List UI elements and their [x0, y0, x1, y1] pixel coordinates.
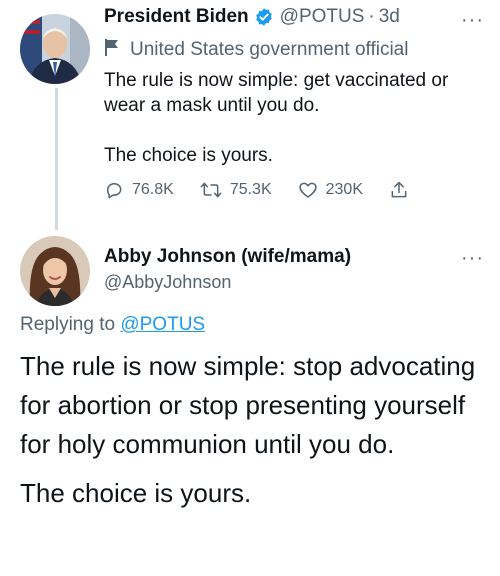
- tweet2-header: Abby Johnson (wife/mama): [104, 246, 351, 268]
- tweet1-header: President Biden @POTUS · 3d: [104, 6, 400, 28]
- share-icon: [391, 181, 407, 198]
- abbyjohnson-handle[interactable]: @AbbyJohnson: [104, 272, 231, 293]
- retweet-count: 75.3K: [229, 181, 272, 198]
- thread-line: [55, 88, 58, 230]
- verified-badge-icon: [254, 7, 274, 27]
- like-icon: [298, 182, 317, 198]
- more-icon[interactable]: ···: [461, 10, 484, 30]
- government-label: United States government official: [104, 38, 408, 62]
- tweet2-text-para2: The choice is yours.: [20, 478, 252, 508]
- tweet2-text: The rule is now simple: stop advocating …: [20, 347, 490, 513]
- government-label-text: United States government official: [130, 39, 409, 60]
- replying-to-handle-link[interactable]: @POTUS: [120, 314, 205, 335]
- reply-count: 76.8K: [132, 181, 174, 198]
- tweet1-text-line1: The rule is now simple: get vaccinated o…: [104, 70, 449, 116]
- replying-to: Replying to @POTUS: [20, 314, 205, 336]
- like-button[interactable]: 230K: [298, 180, 363, 200]
- meta-separator: ·: [368, 6, 375, 27]
- more-icon[interactable]: ···: [461, 248, 484, 268]
- abbyjohnson-avatar[interactable]: [20, 236, 90, 306]
- tweet1-actions: 76.8K 75.3K 230K: [104, 180, 443, 200]
- reply-button[interactable]: 76.8K: [104, 180, 174, 200]
- retweet-button[interactable]: 75.3K: [200, 180, 272, 200]
- abbyjohnson-display-name[interactable]: Abby Johnson (wife/mama): [104, 246, 351, 267]
- tweet2-text-para1: The rule is now simple: stop advocating …: [20, 351, 476, 459]
- tweet1-text-line2: The choice is yours.: [104, 145, 273, 166]
- replying-to-prefix: Replying to: [20, 314, 116, 335]
- like-count: 230K: [325, 181, 363, 198]
- tweet1-text: The rule is now simple: get vaccinated o…: [104, 68, 489, 168]
- retweet-icon: [200, 182, 222, 198]
- share-button[interactable]: [389, 180, 417, 200]
- tweet1-time[interactable]: 3d: [379, 6, 400, 28]
- reply-icon: [107, 183, 122, 199]
- flag-icon: [104, 38, 122, 62]
- potus-handle[interactable]: @POTUS: [280, 6, 365, 28]
- potus-avatar[interactable]: [20, 14, 90, 84]
- potus-display-name[interactable]: President Biden: [104, 6, 249, 28]
